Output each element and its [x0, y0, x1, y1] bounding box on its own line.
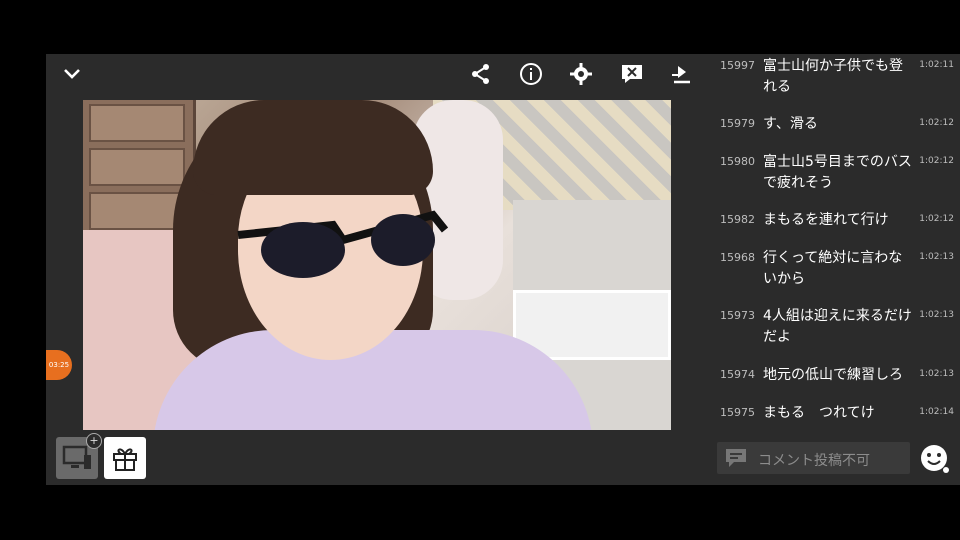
comment-text: 富士山何か子供でも登れる: [763, 58, 903, 95]
comment-time: 1:02:12: [919, 118, 954, 128]
comment-number: 15997: [720, 59, 755, 72]
stream-timer-badge: 03:25: [46, 350, 72, 380]
minimize-icon[interactable]: [668, 60, 696, 88]
sunglasses-graphic: [237, 210, 448, 278]
comment-text: 富士山5号目までのバスで疲れそう: [763, 154, 912, 191]
comment-time: 1:02:12: [919, 214, 954, 224]
comment-number: 15980: [720, 155, 755, 168]
comment-number: 15968: [720, 251, 755, 264]
comment-input-disabled[interactable]: コメント投稿不可: [717, 442, 910, 474]
comment-number: 15982: [720, 213, 755, 226]
comment-number: 15975: [720, 406, 755, 419]
monitor-icon: [62, 445, 91, 469]
comment-time: 1:02:13: [919, 252, 954, 262]
gear-icon[interactable]: [567, 60, 595, 88]
comment-text: す、滑る: [763, 116, 818, 132]
player-toolbar: [46, 54, 716, 94]
comment-list[interactable]: 15997 富士山何か子供でも登れる 1:02:11 15979 す、滑る 1:…: [716, 54, 960, 434]
comment-placeholder: コメント投稿不可: [758, 453, 870, 469]
emoji-icon[interactable]: [918, 442, 950, 474]
comment-number: 15973: [720, 309, 755, 322]
comment-time: 1:02:12: [919, 156, 954, 166]
comment-time: 1:02:11: [919, 60, 954, 70]
comment-time: 1:02:14: [919, 407, 954, 417]
comment-time: 1:02:13: [919, 369, 954, 379]
comment-text: 4人組は迎えに来るだけだよ: [763, 308, 912, 345]
gift-button[interactable]: [104, 437, 146, 479]
comment-text: まもるを連れて行け: [763, 212, 889, 228]
comment-time: 1:02:13: [919, 310, 954, 320]
comment-text: 地元の低山で練習しろ: [763, 367, 903, 383]
comment-number: 15979: [720, 117, 755, 130]
comment-icon: [726, 449, 746, 467]
info-icon[interactable]: [517, 60, 545, 88]
gift-icon: [113, 448, 137, 471]
player-window: 03:25 + 15997 富士山何か子供でも登れる 1:02:11 15979…: [46, 54, 960, 485]
share-icon[interactable]: [467, 60, 495, 88]
comment-text: 行くって絶対に言わないから: [763, 250, 903, 287]
streamer-bangs: [193, 100, 433, 195]
comment-text: まもる つれてけ: [763, 405, 875, 421]
chevron-down-icon[interactable]: [58, 60, 86, 88]
plus-icon: +: [86, 433, 102, 449]
comment-number: 15974: [720, 368, 755, 381]
close-comments-icon[interactable]: [618, 60, 646, 88]
video-frame[interactable]: [83, 100, 671, 430]
